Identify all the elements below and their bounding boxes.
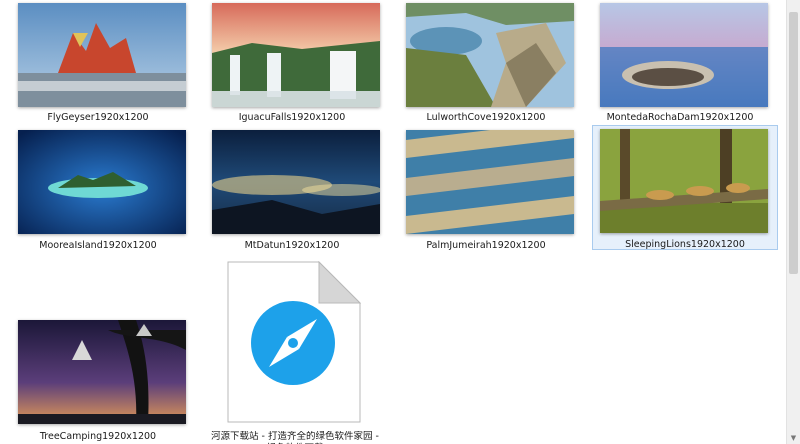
thumbnail-image [406,130,574,234]
file-item-flygeyser[interactable]: FlyGeyser1920x1200 [0,0,186,125]
file-item-mtdatun[interactable]: MtDatun1920x1200 [194,125,380,251]
file-name: MontedaRochaDam1920x1200 [606,112,754,123]
file-name: LulworthCove1920x1200 [426,112,546,123]
file-name: FlyGeyser1920x1200 [47,112,149,123]
thumbnail-image [600,129,768,233]
thumbnail-image [18,130,186,234]
file-item-heyuan-download[interactable]: 河源下载站 - 打造齐全的绿色软件家园 - 绿色软件下载 [194,258,379,444]
file-name: MooreaIsland1920x1200 [39,240,157,251]
scrollbar-thumb[interactable] [789,12,798,274]
thumbnail-image [212,130,380,234]
file-item-treecamping[interactable]: TreeCamping1920x1200 [0,316,186,442]
file-name: SleepingLions1920x1200 [625,239,745,250]
file-item-palmjumeirah[interactable]: PalmJumeirah1920x1200 [388,125,574,251]
file-item-sleepinglions[interactable]: SleepingLions1920x1200 [592,125,778,250]
thumbnail-image [212,3,380,107]
chevron-down-icon[interactable]: ▼ [787,432,800,444]
file-name: MtDatun1920x1200 [244,240,340,251]
thumbnail-image [18,320,186,424]
file-name: IguacuFalls1920x1200 [238,112,346,123]
vertical-scrollbar[interactable]: ▼ [786,0,800,444]
file-name: PalmJumeirah1920x1200 [426,240,546,251]
file-item-montedarochadam[interactable]: MontedaRochaDam1920x1200 [582,0,768,125]
file-item-iguacufalls[interactable]: IguacuFalls1920x1200 [194,0,380,125]
file-item-mooreaisland[interactable]: MooreaIsland1920x1200 [0,125,186,251]
thumbnail-image [600,3,768,107]
thumbnail-image [406,3,574,107]
thumbnail-image [18,3,186,107]
compass-document-icon [227,260,362,423]
file-item-lulworthcove[interactable]: LulworthCove1920x1200 [388,0,574,125]
file-name: 河源下载站 - 打造齐全的绿色软件家园 - 绿色软件下载 [211,431,379,444]
file-name: TreeCamping1920x1200 [39,431,157,442]
file-grid-view: FlyGeyser1920x1200 IguacuFalls1920x1200 [0,0,786,444]
